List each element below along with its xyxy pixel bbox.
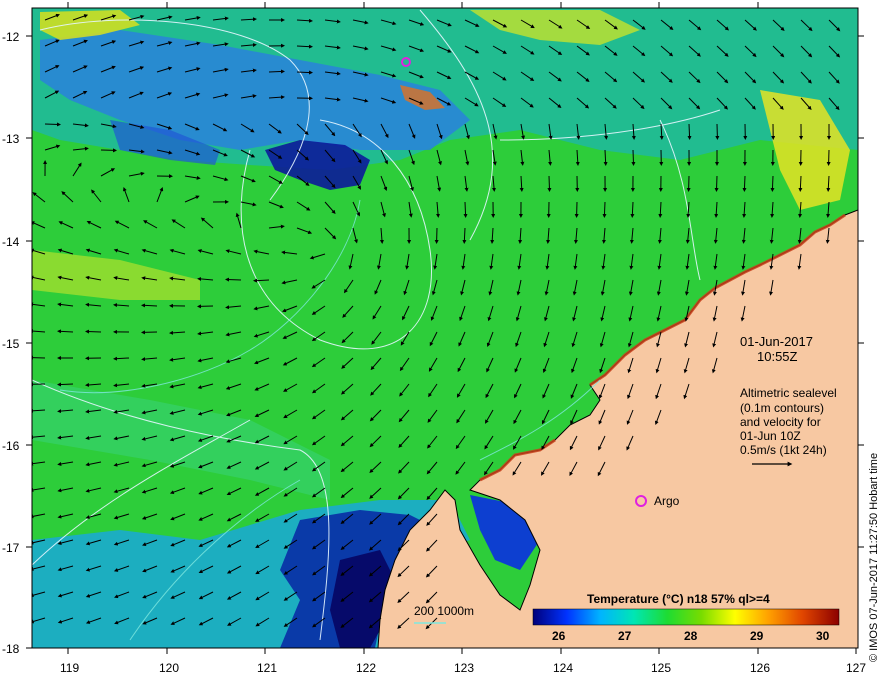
velocity-arrow [603,149,608,166]
imos-credit: © IMOS 07-Jun-2017 11:27:50 Hobart time [868,453,880,662]
lon-tick-label: 123 [454,661,474,675]
lon-tick-label: 122 [356,661,376,675]
velocity-arrow [463,201,468,218]
colorbar-tick-29: 29 [750,629,764,643]
velocity-arrow [253,278,270,283]
date-text: 01-Jun-2017 [740,334,813,349]
sealevel-line-2: (0.1m contours) [740,401,824,415]
lon-tick-label: 126 [750,661,770,675]
velocity-arrow [296,44,313,49]
lat-tick-label: -16 [2,439,20,453]
velocity-arrow [602,201,607,218]
velocity-arrow [770,175,775,192]
lat-tick-label: -18 [2,642,20,656]
lon-tick-label: 127 [846,661,866,675]
lon-tick-label: 120 [159,661,179,675]
velocity-arrow [631,149,636,166]
velocity-arrow [85,329,102,334]
lat-tick-label: -17 [2,541,20,555]
colorbar-tick-28: 28 [684,629,698,643]
colorbar-tick-27: 27 [618,629,632,643]
time-text: 10:55Z [757,349,798,364]
colorbar-title: Temperature (°C) n18 57% ql>=4 [587,592,770,606]
velocity-arrow [57,382,74,387]
lat-tick-label: -15 [2,337,20,351]
velocity-arrow [742,175,747,192]
velocity-arrow [714,175,719,192]
sealevel-line-5: 0.5m/s (1kt 24h) [740,443,827,457]
velocity-arrow [798,175,803,192]
bathy-legend-label: 200 1000m [414,604,474,618]
lon-tick-label: 125 [651,661,671,675]
argo-label: Argo [654,494,680,508]
colorbar-tick-26: 26 [552,629,566,643]
velocity-arrow [225,277,242,282]
velocity-arrow [268,69,285,74]
velocity-arrow [462,227,467,244]
velocity-arrow [141,303,158,308]
velocity-arrow [630,201,635,218]
lat-tick-label: -13 [2,132,20,146]
colorbar-tick-30: 30 [816,629,830,643]
sealevel-line-3: and velocity for [740,415,821,429]
lon-tick-label: 119 [60,661,79,675]
sealevel-line-4: 01-Jun 10Z [740,429,801,443]
velocity-arrow [687,123,692,140]
sst-map-figure: Argo 01-Jun-2017 10:55Z Altimetric seale… [2,2,880,675]
lon-tick-label: 121 [257,661,277,675]
velocity-arrow [44,122,61,127]
lat-tick-label: -12 [2,30,20,44]
lat-tick-label: -14 [2,235,20,249]
colorbar [532,608,840,626]
velocity-arrow [547,175,552,192]
velocity-arrow [296,70,313,75]
lon-tick-label: 124 [553,661,573,675]
map-plot-area: Argo 01-Jun-2017 10:55Z Altimetric seale… [32,8,858,648]
sealevel-line-1: Altimetric sealevel [740,386,837,400]
